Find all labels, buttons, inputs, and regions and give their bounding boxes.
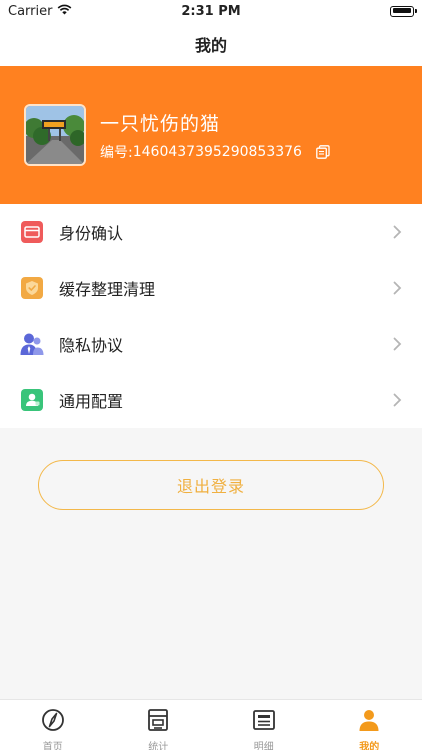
chevron-right-icon <box>393 337 402 351</box>
config-icon <box>20 388 44 412</box>
tab-label: 我的 <box>359 742 380 750</box>
logout-button[interactable]: 退出登录 <box>38 460 384 510</box>
status-bar: Carrier 2:31 PM <box>0 0 422 22</box>
settings-menu: 身份确认 缓存整理清理 隐私协议 通用配置 <box>0 204 422 428</box>
users-icon <box>20 332 44 356</box>
menu-item-label: 隐私协议 <box>59 336 124 355</box>
tab-label: 首页 <box>42 742 63 750</box>
nickname: 一只忧伤的猫 <box>100 112 221 135</box>
user-icon <box>357 708 381 736</box>
logout-wrap: 退出登录 <box>38 460 384 510</box>
chevron-right-icon <box>393 225 402 239</box>
nav-bar: 我的 <box>0 22 422 66</box>
menu-item-cache[interactable]: 缓存整理清理 <box>0 260 422 316</box>
copy-icon[interactable] <box>316 144 330 159</box>
compass-icon <box>41 708 65 736</box>
battery-icon <box>390 5 417 17</box>
menu-item-privacy[interactable]: 隐私协议 <box>0 316 422 372</box>
tab-home[interactable]: 首页 <box>0 700 106 750</box>
menu-item-identity[interactable]: 身份确认 <box>0 204 422 260</box>
menu-item-label: 通用配置 <box>59 392 124 411</box>
menu-item-label: 缓存整理清理 <box>59 280 156 299</box>
profile-info: 一只忧伤的猫 编号: 1460437395290853376 <box>100 109 330 162</box>
tab-label: 统计 <box>148 742 169 750</box>
tab-mine[interactable]: 我的 <box>317 700 422 750</box>
menu-item-label: 身份确认 <box>59 224 124 243</box>
tab-details[interactable]: 明细 <box>211 700 317 750</box>
tab-bar: 首页 统计 明细 我的 <box>0 699 422 750</box>
shield-check-icon <box>20 276 44 300</box>
id-card-icon <box>20 220 44 244</box>
store-icon <box>146 708 170 736</box>
tab-label: 明细 <box>253 742 274 750</box>
avatar[interactable] <box>24 104 86 166</box>
uid-label: 编号: <box>100 144 133 161</box>
status-time: 2:31 PM <box>181 3 241 19</box>
uid-row: 编号: 1460437395290853376 <box>100 142 330 162</box>
chevron-right-icon <box>393 281 402 295</box>
page-title: 我的 <box>194 36 227 55</box>
chevron-right-icon <box>393 393 402 407</box>
tab-stats[interactable]: 统计 <box>106 700 212 750</box>
menu-item-general-config[interactable]: 通用配置 <box>0 372 422 428</box>
profile-header: 一只忧伤的猫 编号: 1460437395290853376 <box>0 66 422 204</box>
list-icon <box>252 708 276 736</box>
uid-value: 1460437395290853376 <box>132 143 302 160</box>
